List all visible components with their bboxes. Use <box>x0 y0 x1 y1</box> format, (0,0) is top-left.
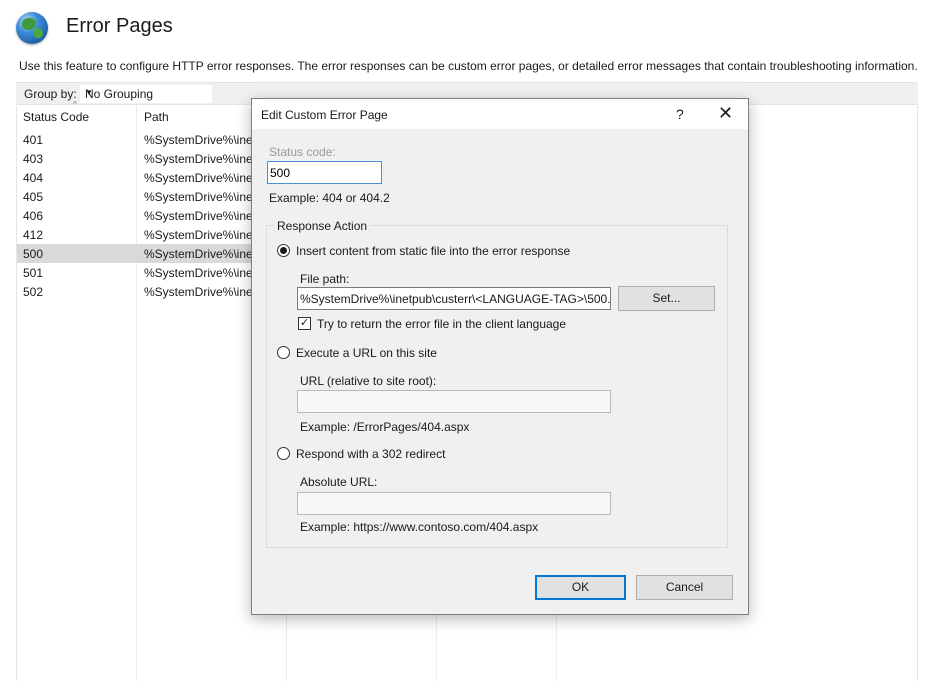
static-file-option-label[interactable]: Insert content from static file into the… <box>296 244 570 258</box>
url-example: Example: /ErrorPages/404.aspx <box>300 420 470 434</box>
cancel-button[interactable]: Cancel <box>636 575 733 600</box>
absolute-url-label: Absolute URL: <box>300 475 378 489</box>
static-file-radio[interactable] <box>277 244 290 257</box>
help-icon[interactable]: ? <box>676 106 684 122</box>
group-by-dropdown[interactable]: No Grouping ▼ <box>80 85 212 103</box>
page-title: Error Pages <box>66 15 173 37</box>
status-code-cell: 404 <box>23 171 44 185</box>
table-row[interactable]: 412 %SystemDrive%\inetpub\custerr <box>17 225 253 244</box>
try-language-checkbox[interactable]: ✓ <box>298 317 311 330</box>
column-header-path[interactable]: Path <box>144 110 169 124</box>
table-row[interactable]: 406 %SystemDrive%\inetpub\custerr <box>17 206 253 225</box>
dialog-title: Edit Custom Error Page <box>261 108 388 122</box>
table-row-selected[interactable]: 500 %SystemDrive%\inetpub\custerr <box>17 244 253 263</box>
status-code-cell: 412 <box>23 228 44 242</box>
path-cell: %SystemDrive%\inetpub\custerr <box>144 171 252 185</box>
status-code-example: Example: 404 or 404.2 <box>269 191 390 205</box>
table-row[interactable]: 405 %SystemDrive%\inetpub\custerr <box>17 187 253 206</box>
status-code-cell: 401 <box>23 133 44 147</box>
status-code-cell: 501 <box>23 266 44 280</box>
sort-ascending-icon: ^ <box>73 100 77 109</box>
status-code-cell: 406 <box>23 209 44 223</box>
try-language-label[interactable]: Try to return the error file in the clie… <box>317 317 566 331</box>
group-by-label: Group by: <box>24 87 77 101</box>
absolute-url-example: Example: https://www.contoso.com/404.asp… <box>300 520 539 534</box>
close-icon[interactable]: ✕ <box>718 103 733 124</box>
path-cell: %SystemDrive%\inetpub\custerr <box>144 247 252 261</box>
execute-url-option-label[interactable]: Execute a URL on this site <box>296 346 437 360</box>
status-code-input[interactable] <box>267 161 382 184</box>
table-row[interactable]: 401 %SystemDrive%\inetpub\custerr <box>17 130 253 149</box>
url-label: URL (relative to site root): <box>300 374 437 388</box>
status-code-label: Status code: <box>269 145 336 159</box>
url-input[interactable] <box>297 390 611 413</box>
table-row[interactable]: 403 %SystemDrive%\inetpub\custerr <box>17 149 253 168</box>
path-cell: %SystemDrive%\inetpub\custerr <box>144 190 252 204</box>
status-code-cell: 405 <box>23 190 44 204</box>
path-cell: %SystemDrive%\inetpub\custerr <box>144 209 252 223</box>
path-cell: %SystemDrive%\inetpub\custerr <box>144 228 252 242</box>
status-code-cell: 502 <box>23 285 44 299</box>
chevron-down-icon: ▼ <box>85 88 93 97</box>
status-code-cell: 403 <box>23 152 44 166</box>
response-action-label: Response Action <box>274 219 371 233</box>
table-row[interactable]: 502 %SystemDrive%\inetpub\custerr <box>17 282 253 301</box>
path-cell: %SystemDrive%\inetpub\custerr <box>144 285 252 299</box>
page-description: Use this feature to configure HTTP error… <box>19 59 918 73</box>
path-cell: %SystemDrive%\inetpub\custerr <box>144 152 252 166</box>
execute-url-radio[interactable] <box>277 346 290 359</box>
ok-button[interactable]: OK <box>535 575 626 600</box>
table-row[interactable]: 404 %SystemDrive%\inetpub\custerr <box>17 168 253 187</box>
globe-icon <box>16 12 48 44</box>
column-header-status-code[interactable]: Status Code <box>23 110 89 124</box>
redirect-radio[interactable] <box>277 447 290 460</box>
table-row[interactable]: 501 %SystemDrive%\inetpub\custerr <box>17 263 253 282</box>
file-path-input[interactable]: %SystemDrive%\inetpub\custerr\<LANGUAGE-… <box>297 287 611 310</box>
absolute-url-input[interactable] <box>297 492 611 515</box>
file-path-label: File path: <box>300 272 350 286</box>
redirect-option-label[interactable]: Respond with a 302 redirect <box>296 447 445 461</box>
path-cell: %SystemDrive%\inetpub\custerr <box>144 266 252 280</box>
status-code-cell: 500 <box>23 247 44 261</box>
dialog-titlebar[interactable]: Edit Custom Error Page ? ✕ <box>252 99 748 129</box>
set-button[interactable]: Set... <box>618 286 715 311</box>
edit-custom-error-page-dialog: Edit Custom Error Page ? ✕ Status code: … <box>251 98 749 615</box>
path-cell: %SystemDrive%\inetpub\custerr <box>144 133 252 147</box>
